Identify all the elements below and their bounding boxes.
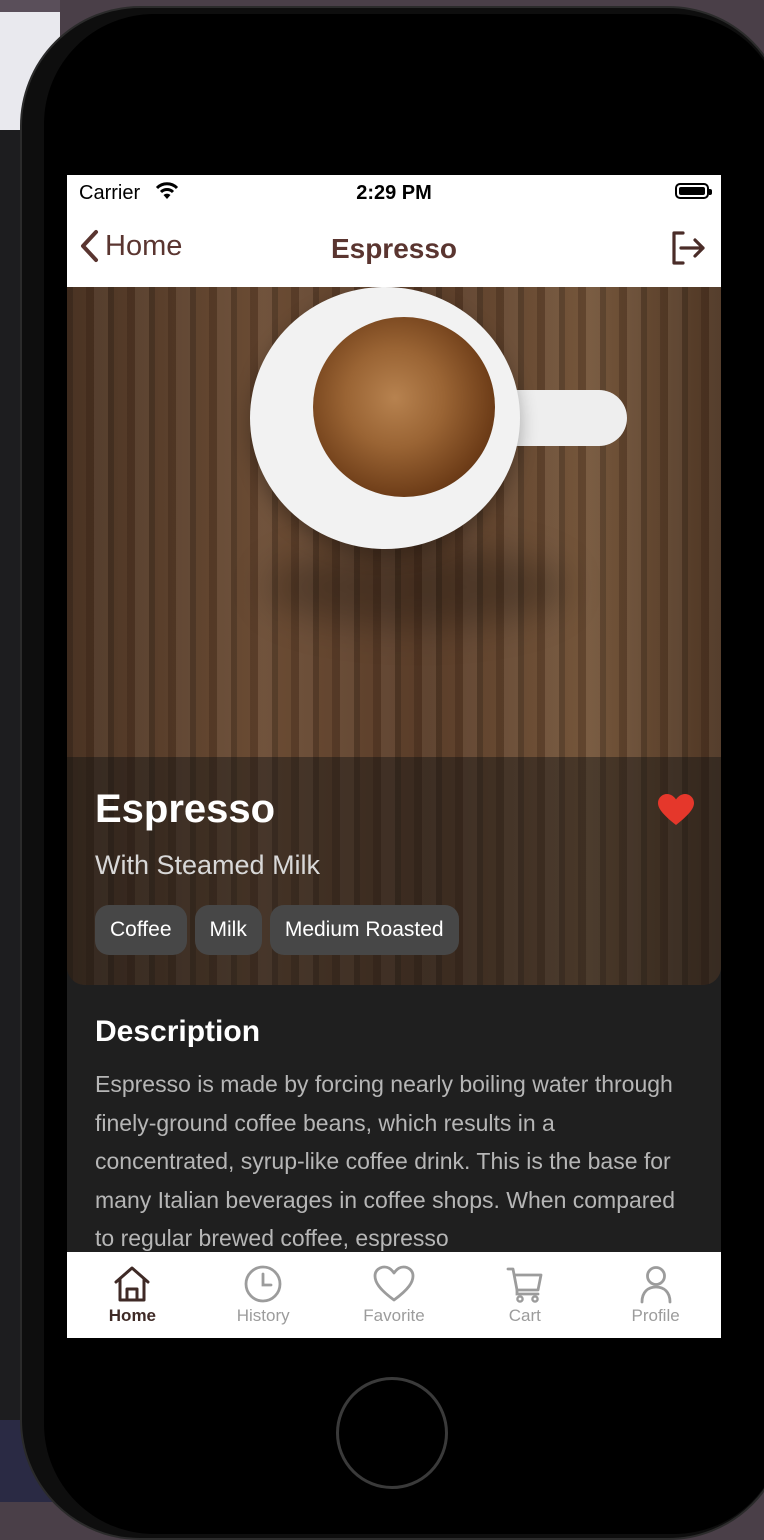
logout-icon: [672, 231, 705, 265]
tag-chip: Medium Roasted: [269, 905, 459, 955]
app-screen: Carrier 2:29 PM Home Espresso Espresso W…: [67, 175, 721, 1338]
description-text: Espresso is made by forcing nearly boili…: [95, 1071, 676, 1251]
product-subtitle: With Steamed Milk: [95, 850, 321, 880]
battery-icon: [675, 183, 712, 199]
description-heading: Description: [95, 1015, 261, 1048]
tab-cart[interactable]: Cart: [459, 1252, 590, 1338]
coffee-surface: [313, 317, 495, 497]
tag-list: Coffee Milk Medium Roasted: [95, 905, 459, 955]
tag-chip: Coffee: [95, 905, 187, 955]
tab-label: History: [236, 1306, 290, 1325]
home-icon: [114, 1266, 150, 1302]
favorite-button[interactable]: [657, 793, 695, 832]
product-name: Espresso: [95, 787, 276, 831]
tab-profile[interactable]: Profile: [590, 1252, 721, 1338]
tab-label: Home: [108, 1306, 157, 1325]
product-info-panel: Espresso With Steamed Milk Coffee Milk M…: [67, 757, 721, 985]
navigation-bar: Home Espresso: [67, 215, 721, 287]
home-button[interactable]: [336, 1377, 448, 1489]
status-bar: Carrier 2:29 PM: [67, 175, 721, 215]
status-time: 2:29 PM: [356, 182, 432, 204]
tab-label: Profile: [631, 1306, 680, 1325]
user-icon: [640, 1266, 671, 1304]
cart-icon: [506, 1267, 543, 1303]
tab-home[interactable]: Home: [67, 1252, 198, 1338]
tab-history[interactable]: History: [198, 1252, 329, 1338]
tab-label: Favorite: [363, 1306, 425, 1325]
tab-favorite[interactable]: Favorite: [329, 1252, 460, 1338]
tag-chip: Milk: [194, 905, 262, 955]
tab-label: Cart: [508, 1306, 541, 1325]
cup-shadow: [267, 547, 567, 627]
logout-button[interactable]: [669, 229, 707, 272]
tab-bar: Home History Favorite Cart Profile: [67, 1252, 721, 1338]
product-hero-image: Espresso With Steamed Milk Coffee Milk M…: [67, 287, 721, 985]
clock-icon: [244, 1265, 282, 1303]
heart-filled-icon: [658, 794, 694, 825]
page-title: Espresso: [330, 233, 458, 264]
heart-icon: [373, 1265, 415, 1302]
